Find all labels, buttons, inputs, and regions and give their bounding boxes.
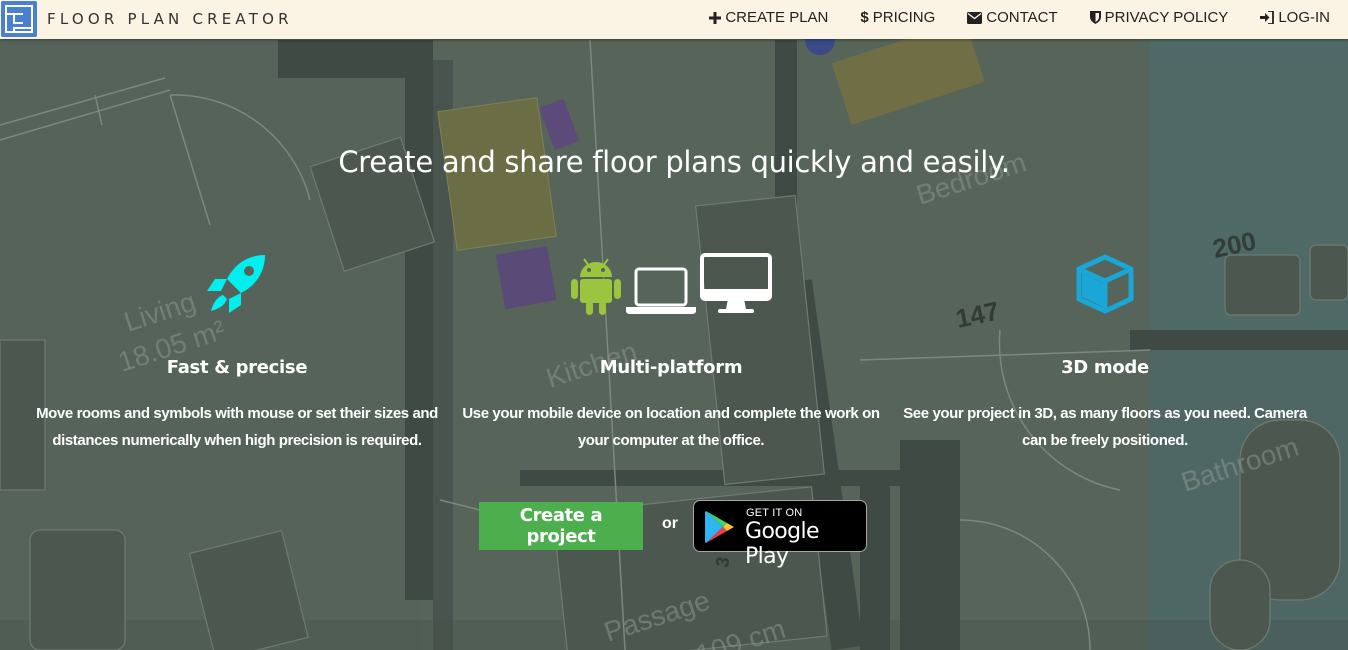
- feature-text: See your project in 3D, as many floors a…: [903, 405, 1307, 449]
- nav-contact[interactable]: CONTACT: [967, 9, 1058, 26]
- nav-create-plan[interactable]: CREATE PLAN: [709, 9, 828, 26]
- laptop-icon: [626, 267, 696, 320]
- dollar-icon: $: [860, 9, 869, 26]
- nav-create-plan-label: CREATE PLAN: [725, 9, 829, 26]
- android-icon: [570, 255, 622, 320]
- feature-title: Fast & precise: [166, 357, 308, 378]
- logo-icon[interactable]: [1, 1, 37, 37]
- google-play-badge[interactable]: GET IT ON Google Play: [693, 500, 867, 569]
- cube-icon: [1074, 253, 1136, 320]
- feature-multi-platform: Multi-platform Use your mobile device on…: [456, 250, 886, 454]
- feature-title: 3D mode: [1061, 357, 1149, 378]
- google-play-big-text: Google Play: [745, 519, 820, 569]
- google-play-icon: [704, 510, 736, 549]
- main-nav: CREATE PLAN $ PRICING CONTACT PRIVACY PO…: [677, 9, 1330, 26]
- nav-pricing[interactable]: $ PRICING: [860, 9, 935, 26]
- brand-name[interactable]: FLOOR PLAN CREATOR: [47, 10, 293, 28]
- envelope-icon: [967, 11, 983, 24]
- feature-title: Multi-platform: [599, 357, 743, 378]
- desktop-icon: [700, 253, 772, 320]
- nav-contact-label: CONTACT: [986, 9, 1058, 26]
- rocket-icon: [205, 253, 269, 320]
- shield-icon: [1089, 11, 1101, 24]
- plus-icon: [709, 11, 722, 24]
- feature-fast-precise: Fast & precise Move rooms and symbols wi…: [22, 250, 452, 454]
- hero-headline: Create and share floor plans quickly and…: [338, 145, 1010, 179]
- or-separator: or: [662, 515, 678, 532]
- create-project-button[interactable]: Create a project: [479, 502, 643, 550]
- feature-text: Move rooms and symbols with mouse or set…: [36, 405, 438, 449]
- nav-login[interactable]: LOG-IN: [1260, 9, 1330, 26]
- google-play-small-text: GET IT ON: [746, 507, 803, 519]
- nav-privacy-label: PRIVACY POLICY: [1104, 9, 1229, 26]
- feature-3d-mode: 3D mode See your project in 3D, as many …: [890, 250, 1320, 454]
- nav-pricing-label: PRICING: [872, 9, 936, 26]
- nav-privacy-policy[interactable]: PRIVACY POLICY: [1089, 9, 1229, 26]
- login-icon: [1260, 11, 1275, 24]
- top-navbar: FLOOR PLAN CREATOR CREATE PLAN $ PRICING…: [0, 0, 1348, 39]
- feature-text: Use your mobile device on location and c…: [462, 405, 880, 449]
- nav-login-label: LOG-IN: [1278, 9, 1330, 26]
